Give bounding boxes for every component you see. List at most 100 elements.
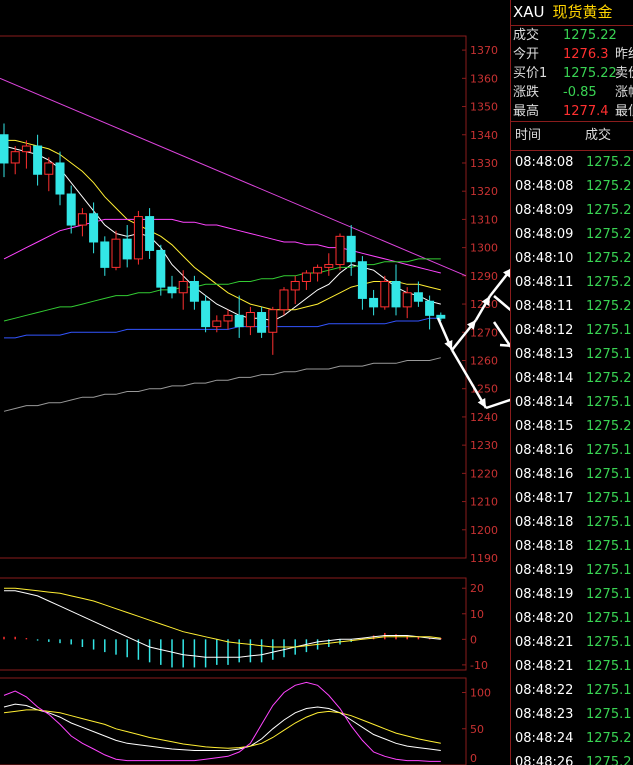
price-tick-label: 1360 bbox=[470, 72, 498, 85]
price-tick-label: 1230 bbox=[470, 439, 498, 452]
tick-price: 1275.1 bbox=[586, 611, 632, 626]
price-tick-label: 1300 bbox=[470, 242, 498, 255]
candle-body bbox=[301, 272, 311, 282]
quote-value: 1275.22 bbox=[563, 28, 617, 43]
candle-body bbox=[413, 292, 423, 302]
quote-value: 1276.3 bbox=[563, 47, 609, 62]
candle-body bbox=[89, 213, 99, 243]
tick-row: 08:48:15 1275.2 bbox=[511, 415, 633, 439]
tick-row: 08:48:20 1275.1 bbox=[511, 607, 633, 631]
instrument-name: 现货黄金 bbox=[552, 3, 613, 21]
quote-value: 1277.4 bbox=[563, 104, 609, 119]
candle-body bbox=[346, 235, 356, 263]
price-tick-label: 1270 bbox=[470, 326, 498, 339]
candle-body bbox=[201, 300, 211, 328]
tick-row: 08:48:24 1275.2 bbox=[511, 727, 633, 751]
tick-time: 08:48:22 bbox=[515, 683, 574, 698]
tick-price: 1275.1 bbox=[586, 443, 632, 458]
candle-body bbox=[324, 264, 334, 268]
moving-average-line bbox=[3, 258, 441, 322]
tick-price: 1275.2 bbox=[586, 755, 632, 765]
tick-time: 08:48:11 bbox=[515, 299, 574, 314]
tick-row: 08:48:08 1275.2 bbox=[511, 151, 633, 175]
tick-row: 08:48:10 1275.2 bbox=[511, 247, 633, 271]
quote-label: 最高 bbox=[513, 104, 540, 119]
tick-time: 08:48:08 bbox=[515, 179, 574, 194]
tick-row: 08:48:16 1275.1 bbox=[511, 463, 633, 487]
kdj-tick-label: 100 bbox=[470, 687, 491, 700]
chart-area: 1190120012101220123012401250126012701280… bbox=[0, 35, 510, 765]
candle-body bbox=[66, 193, 76, 226]
candlesticks bbox=[0, 123, 446, 355]
candle-body bbox=[279, 289, 289, 311]
tick-row: 08:48:18 1275.1 bbox=[511, 511, 633, 535]
tick-price: 1275.2 bbox=[586, 203, 632, 218]
kdj-line bbox=[3, 703, 441, 751]
candle-body bbox=[257, 312, 267, 333]
price-tick-label: 1370 bbox=[470, 44, 498, 57]
tick-time: 08:48:24 bbox=[515, 731, 574, 746]
tick-time: 08:48:19 bbox=[515, 587, 574, 602]
candle-body bbox=[100, 241, 110, 268]
candle-body bbox=[212, 320, 222, 328]
quote-row: 成交 1275.22 bbox=[511, 26, 633, 45]
tick-time: 08:48:19 bbox=[515, 563, 574, 578]
candle-body bbox=[436, 314, 446, 319]
price-tick-label: 1310 bbox=[470, 213, 498, 226]
price-column-header: 成交 bbox=[585, 128, 612, 143]
tick-price: 1275.1 bbox=[586, 467, 632, 482]
price-grid bbox=[462, 49, 466, 559]
moving-average-lines bbox=[3, 139, 441, 412]
candle-body bbox=[111, 238, 121, 268]
tick-time: 08:48:09 bbox=[515, 203, 574, 218]
tick-row: 08:48:19 1275.1 bbox=[511, 559, 633, 583]
candle-body bbox=[369, 297, 379, 308]
tick-price: 1275.2 bbox=[586, 251, 632, 266]
quote-label-secondary: 昨结 bbox=[615, 47, 633, 62]
tick-row: 08:48:19 1275.1 bbox=[511, 583, 633, 607]
quote-row: 最高 1277.4 最低 bbox=[511, 102, 633, 121]
candle-body bbox=[55, 162, 65, 195]
price-tick-label: 1330 bbox=[470, 157, 498, 170]
kdj-panel: 0 50 100 bbox=[3, 681, 491, 765]
tick-row: 08:48:16 1275.1 bbox=[511, 439, 633, 463]
kdj-tick-label: 0 bbox=[470, 752, 477, 765]
candle-body bbox=[21, 145, 31, 153]
tick-row: 08:48:21 1275.1 bbox=[511, 631, 633, 655]
quote-panel: XAU 现货黄金 成交 1275.22 今开 1276.3 昨结买价1 1275.… bbox=[510, 0, 633, 765]
tick-price: 1275.1 bbox=[586, 659, 632, 674]
quote-label: 成交 bbox=[513, 28, 540, 43]
candle-body bbox=[167, 286, 177, 294]
moving-average-line bbox=[3, 218, 441, 274]
candle-body bbox=[44, 162, 54, 175]
tick-time: 08:48:13 bbox=[515, 347, 574, 362]
price-tick-label: 1200 bbox=[470, 524, 498, 537]
tick-time: 08:48:20 bbox=[515, 611, 574, 626]
tick-row: 08:48:17 1275.1 bbox=[511, 487, 633, 511]
quote-value: -0.85 bbox=[563, 85, 597, 100]
tick-time: 08:48:26 bbox=[515, 755, 574, 765]
tick-row: 08:48:14 1275.2 bbox=[511, 367, 633, 391]
candle-body bbox=[402, 292, 412, 308]
tick-list[interactable]: 08:48:08 1275.2 08:48:08 1275.2 08:48:09 1… bbox=[511, 151, 633, 765]
panel-border bbox=[0, 677, 467, 765]
tick-price: 1275.2 bbox=[586, 275, 632, 290]
tick-price: 1275.1 bbox=[586, 539, 632, 554]
tick-row: 08:48:11 1275.2 bbox=[511, 295, 633, 319]
quote-row: 买价1 1275.22 卖价 bbox=[511, 64, 633, 83]
trend-line bbox=[0, 77, 467, 277]
candle-body bbox=[133, 216, 143, 260]
tick-row: 08:48:12 1275.1 bbox=[511, 319, 633, 343]
candle-body bbox=[10, 151, 20, 164]
candle-body bbox=[33, 145, 43, 175]
tick-row: 08:48:11 1275.2 bbox=[511, 271, 633, 295]
tick-time: 08:48:21 bbox=[515, 635, 574, 650]
tick-time: 08:48:17 bbox=[515, 491, 574, 506]
candle-body bbox=[145, 216, 155, 251]
tick-time: 08:48:15 bbox=[515, 419, 574, 434]
candle-body bbox=[156, 249, 166, 288]
candle-body bbox=[122, 238, 132, 260]
candle-body bbox=[313, 266, 323, 274]
arrow-shaft bbox=[499, 343, 510, 347]
quote-label: 今开 bbox=[513, 47, 540, 62]
